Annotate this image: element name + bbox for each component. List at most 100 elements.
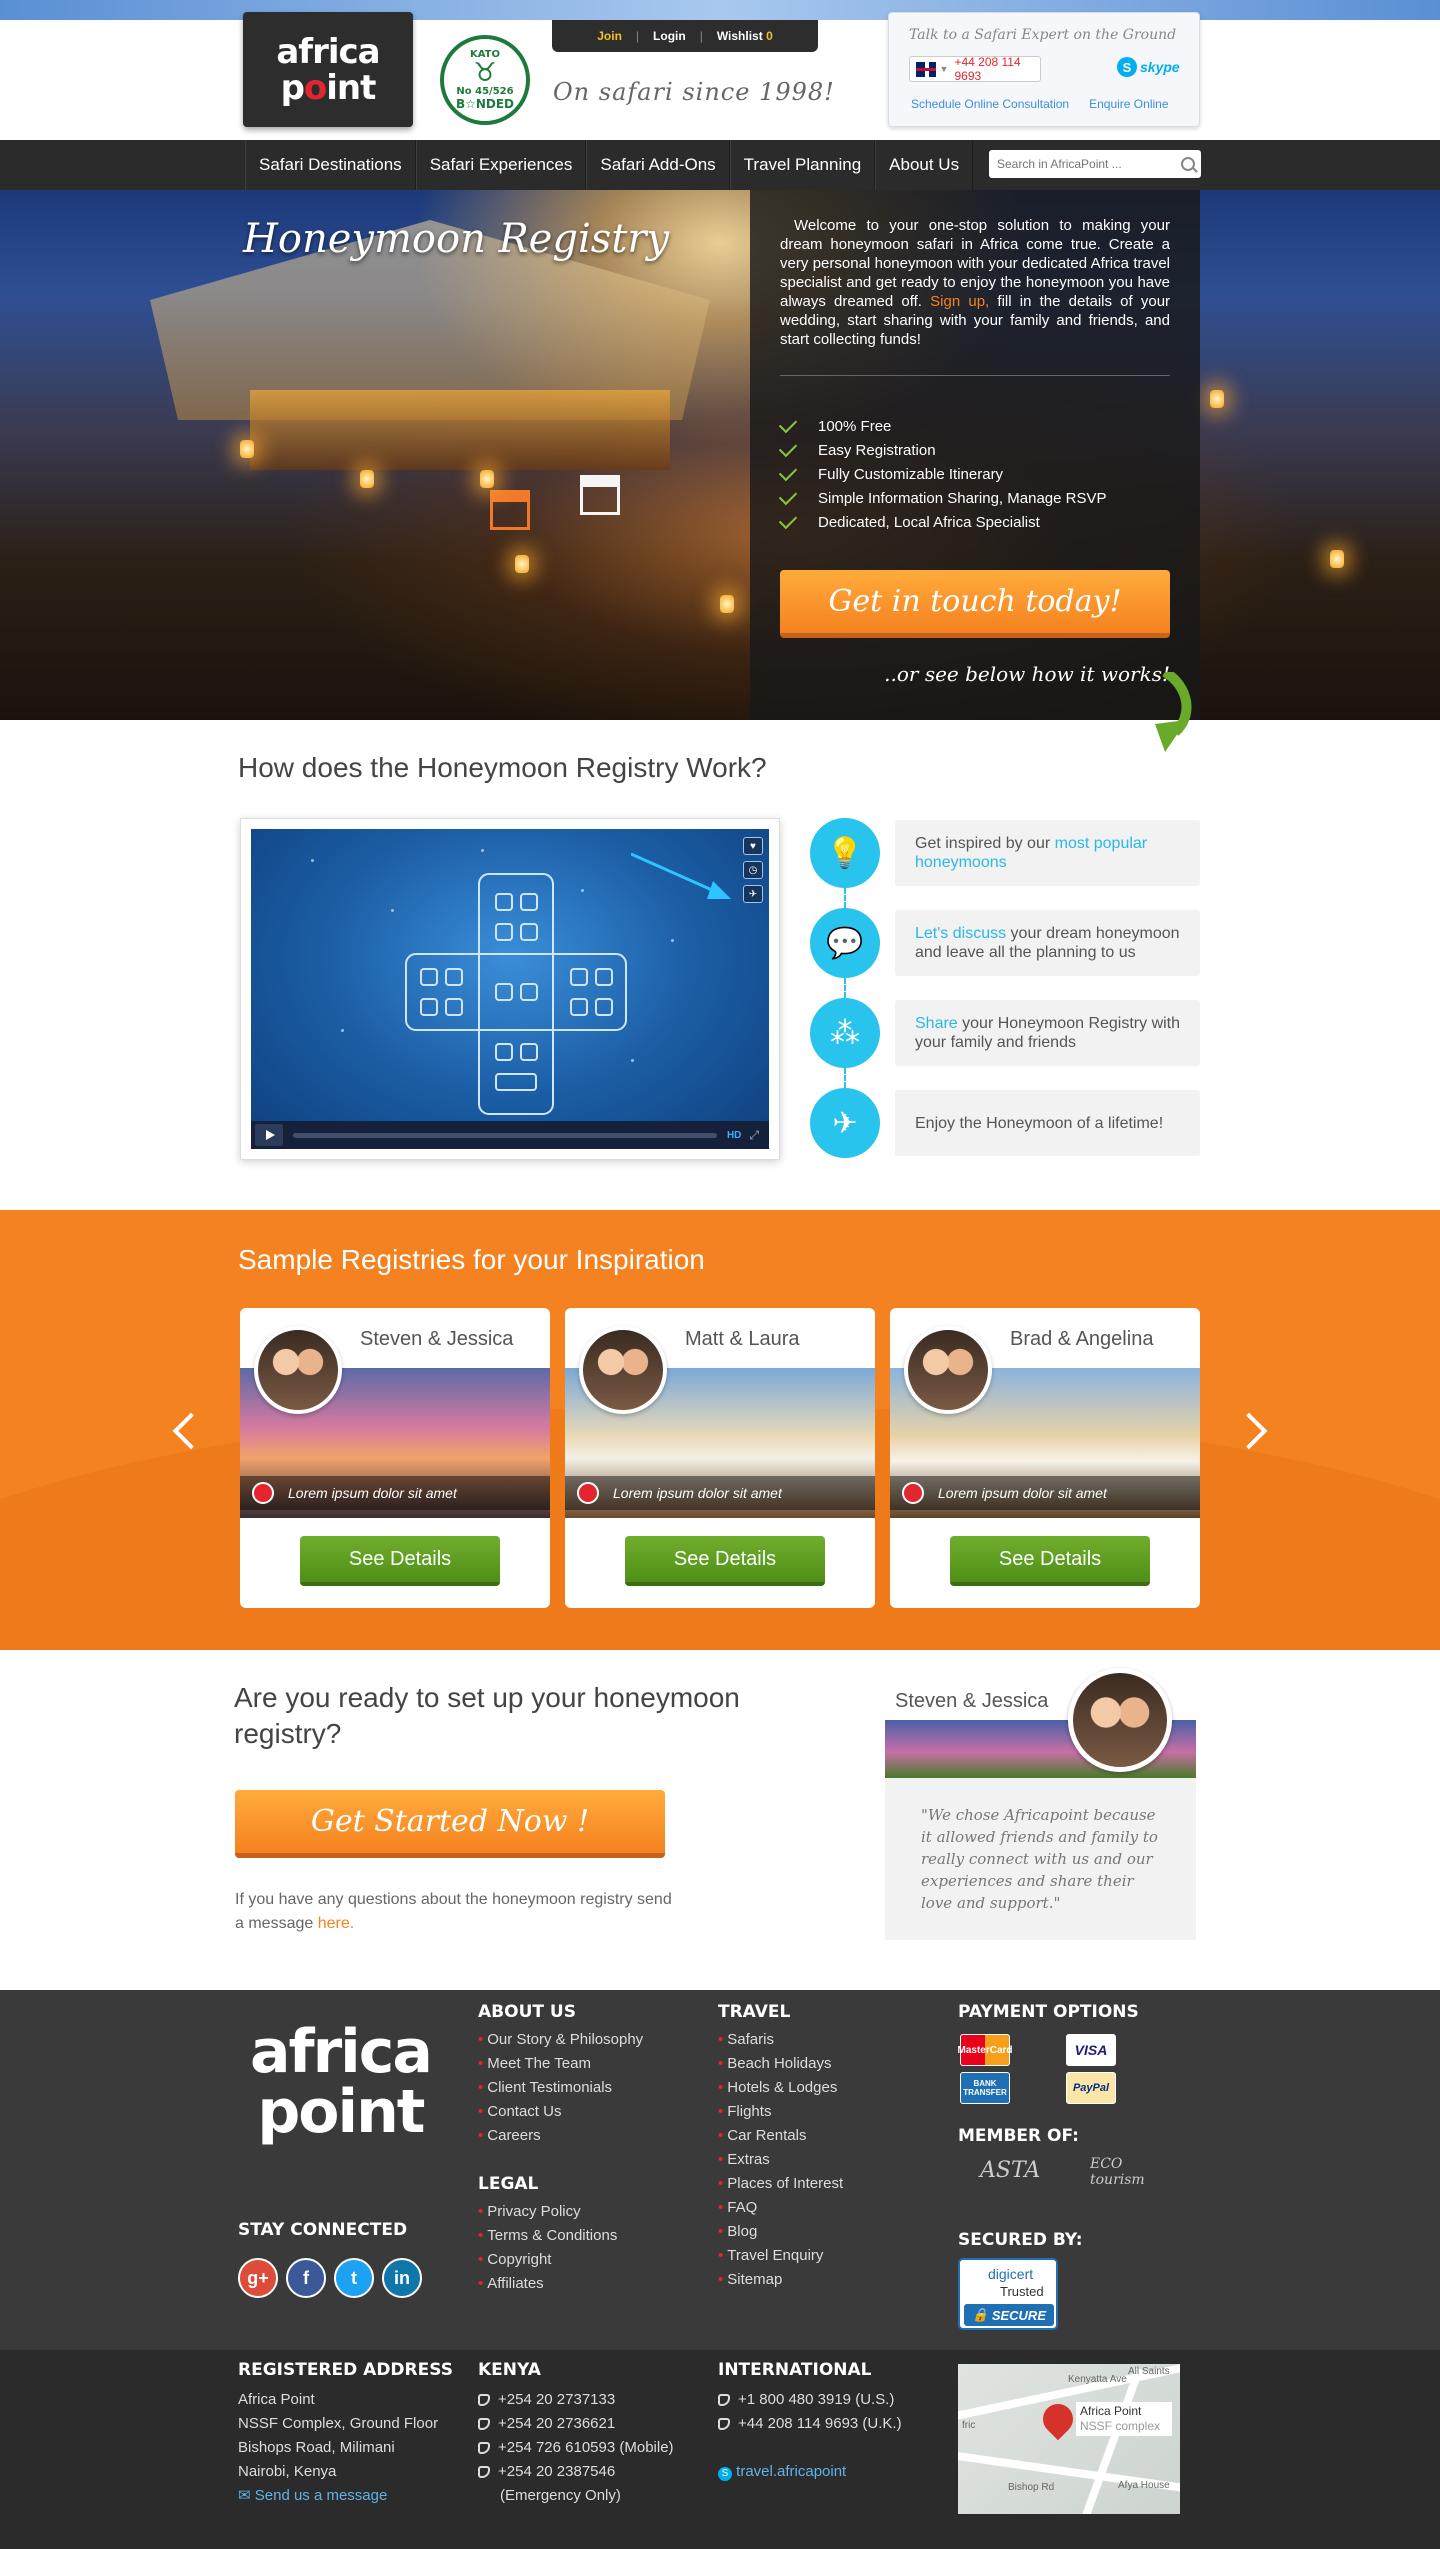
registry-card: Matt & Laura Lorem ipsum dolor sit amet …: [565, 1308, 875, 1608]
footer-link[interactable]: Careers: [478, 2124, 643, 2148]
carousel-prev-icon[interactable]: [172, 1412, 210, 1450]
schedule-consultation-link[interactable]: Schedule Online Consultation: [911, 97, 1069, 111]
kato-number: No 45/526: [456, 86, 514, 97]
footer-link[interactable]: Travel Enquiry: [718, 2244, 843, 2268]
country-phone-selector[interactable]: ▼ +44 208 114 9693: [909, 55, 1041, 83]
footer-link[interactable]: Privacy Policy: [478, 2200, 617, 2224]
carousel-next-icon[interactable]: [1230, 1412, 1268, 1450]
video-screen[interactable]: ♥ ◷ ✈ HD ⤢: [251, 829, 769, 1149]
check-icon: [778, 486, 798, 505]
footer-link[interactable]: Meet The Team: [478, 2052, 643, 2076]
feature-item: Fully Customizable Itinerary: [778, 462, 1106, 486]
signup-link[interactable]: Sign up,: [930, 293, 989, 310]
logo-text-top: africa: [276, 31, 380, 72]
wishlist-link[interactable]: Wishlist 0: [717, 29, 773, 43]
footer-link[interactable]: Client Testimonials: [478, 2076, 643, 2100]
nav-safari-destinations[interactable]: Safari Destinations: [245, 140, 416, 190]
hero-title: Honeymoon Registry: [243, 216, 670, 262]
phone-icon: [478, 2466, 490, 2478]
step-text: Enjoy the Honeymoon of a lifetime!: [895, 1090, 1200, 1156]
footer-link[interactable]: Places of Interest: [718, 2172, 843, 2196]
expert-title: Talk to a Safari Expert on the Ground: [909, 27, 1177, 43]
phone-row: +1 800 480 3919 (U.S.): [718, 2388, 902, 2412]
footer-link[interactable]: Contact Us: [478, 2100, 643, 2124]
phone-row: +254 20 2737133: [478, 2388, 674, 2412]
footer-link[interactable]: Copyright: [478, 2248, 617, 2272]
asta-logo: ASTA: [980, 2158, 1041, 2183]
twitter-icon[interactable]: t: [334, 2258, 374, 2298]
enquire-online-link[interactable]: Enquire Online: [1089, 97, 1168, 111]
lantern-image: [515, 555, 529, 573]
footer-link[interactable]: Our Story & Philosophy: [478, 2028, 643, 2052]
footer-link[interactable]: Flights: [718, 2100, 843, 2124]
footer-link[interactable]: Extras: [718, 2148, 843, 2172]
join-link[interactable]: Join: [597, 29, 622, 43]
lantern-image: [480, 470, 494, 488]
lantern-image: [720, 595, 734, 613]
footer-link[interactable]: Affiliates: [478, 2272, 617, 2296]
see-details-button[interactable]: See Details: [300, 1536, 500, 1586]
map-pin-icon[interactable]: [1036, 2397, 1080, 2441]
footer-link[interactable]: FAQ: [718, 2196, 843, 2220]
card-caption: Lorem ipsum dolor sit amet: [240, 1476, 550, 1510]
search-icon[interactable]: [1181, 157, 1195, 171]
digicert-seal[interactable]: digicert Trusted 🔒 SECURE: [958, 2258, 1058, 2330]
footer-link[interactable]: Blog: [718, 2220, 843, 2244]
wishlist-count: 0: [766, 29, 773, 43]
user-bar: Join | Login | Wishlist 0: [552, 20, 818, 52]
separator: |: [635, 29, 640, 43]
chat-icon: 💬: [810, 908, 880, 978]
location-map[interactable]: Kenyatta Ave All Saints fric Bishop Rd A…: [958, 2364, 1180, 2514]
couple-avatar: [579, 1326, 667, 1414]
message-here-link[interactable]: here.: [318, 1915, 354, 1932]
footer-link[interactable]: Car Rentals: [718, 2124, 843, 2148]
clock-icon[interactable]: ◷: [743, 861, 763, 879]
footer-logo[interactable]: africa point: [250, 2022, 433, 2142]
airplane-icon: ✈: [810, 1088, 880, 1158]
bank-transfer-logo: BANK TRANSFER: [960, 2072, 1010, 2104]
address-line: Bishops Road, Milimani: [238, 2439, 395, 2456]
nav-about-us[interactable]: About Us: [875, 140, 974, 190]
send-message-link[interactable]: ✉ Send us a message: [238, 2487, 387, 2504]
share-icon[interactable]: ✈: [743, 885, 763, 903]
hd-toggle[interactable]: HD: [727, 1130, 741, 1141]
facebook-icon[interactable]: f: [286, 2258, 326, 2298]
tagline: On safari since 1998!: [553, 78, 835, 106]
nav-travel-planning[interactable]: Travel Planning: [729, 140, 876, 190]
skype-link[interactable]: S travel.africapoint: [718, 2460, 846, 2484]
feature-item: Dedicated, Local Africa Specialist: [778, 510, 1106, 534]
footer-link[interactable]: Beach Holidays: [718, 2052, 843, 2076]
expert-contact-box: Talk to a Safari Expert on the Ground ▼ …: [888, 12, 1200, 127]
logo-text-bottom: point: [280, 67, 377, 108]
lets-discuss-link[interactable]: Let's discuss: [915, 925, 1006, 942]
nav-safari-add-ons[interactable]: Safari Add-Ons: [586, 140, 730, 190]
login-link[interactable]: Login: [653, 29, 686, 43]
couple-names: Brad & Angelina: [1010, 1328, 1154, 1350]
google-plus-icon[interactable]: g+: [238, 2258, 278, 2298]
skype-button[interactable]: S skype: [1117, 57, 1180, 77]
search-input[interactable]: [997, 157, 1173, 171]
heart-icon[interactable]: ♥: [743, 837, 763, 855]
footer-link[interactable]: Hotels & Lodges: [718, 2076, 843, 2100]
feature-item: 100% Free: [778, 414, 1106, 438]
get-in-touch-button[interactable]: Get in touch today!: [780, 570, 1170, 638]
footer-link[interactable]: Safaris: [718, 2028, 843, 2052]
nav-safari-experiences[interactable]: Safari Experiences: [415, 140, 587, 190]
travel-links: Safaris Beach Holidays Hotels & Lodges F…: [718, 2028, 843, 2292]
seek-bar[interactable]: [293, 1132, 717, 1138]
fullscreen-icon[interactable]: ⤢: [749, 1128, 759, 1143]
linkedin-icon[interactable]: in: [382, 2258, 422, 2298]
map-road-label: Bishop Rd: [1008, 2482, 1055, 2493]
phone-icon: [718, 2418, 730, 2430]
see-details-button[interactable]: See Details: [950, 1536, 1150, 1586]
couple-avatar: [1068, 1668, 1172, 1772]
share-link[interactable]: Share: [915, 1015, 958, 1032]
step-text: Let's discuss your dream honeymoon and l…: [895, 910, 1200, 976]
play-icon[interactable]: [255, 1124, 283, 1146]
footer-link[interactable]: Sitemap: [718, 2268, 843, 2292]
see-details-button[interactable]: See Details: [625, 1536, 825, 1586]
get-started-button[interactable]: Get Started Now !: [235, 1790, 665, 1858]
footer-link[interactable]: Terms & Conditions: [478, 2224, 617, 2248]
site-logo[interactable]: africa point: [243, 12, 413, 127]
share-icon: ⁂: [810, 998, 880, 1068]
